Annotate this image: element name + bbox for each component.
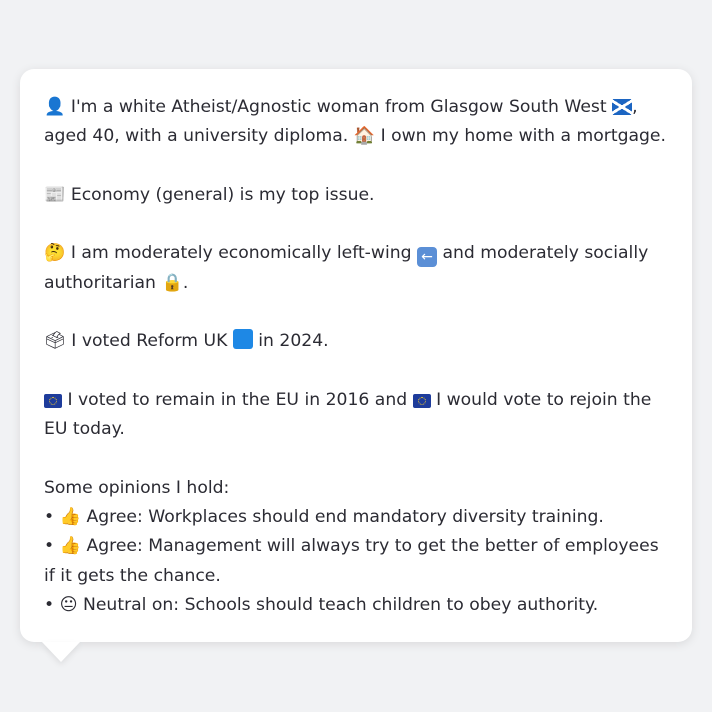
- opinion-text: Agree: Management will always try to get…: [44, 536, 659, 586]
- opinion-item: • 👍 Agree: Workplaces should end mandato…: [44, 503, 668, 532]
- person-silhouette-icon: 👤: [44, 97, 66, 117]
- profile-message-bubble: 👤 I'm a white Atheist/Agnostic woman fro…: [20, 69, 692, 642]
- vote-paragraph: 🗳 I voted Reform UK in 2024.: [44, 327, 668, 356]
- thumbs-up-icon: 👍: [59, 507, 82, 528]
- opinion-text: Agree: Workplaces should end mandatory d…: [86, 507, 604, 528]
- thinking-face-icon: 🤔: [44, 243, 66, 264]
- ideology-paragraph: 🤔 I am moderately economically left-wing…: [44, 239, 668, 298]
- scotland-flag-icon: [612, 99, 633, 115]
- ideology-end: .: [182, 272, 189, 293]
- vote-text-1: I voted Reform UK: [71, 331, 228, 352]
- ideology-text-1: I am moderately economically left-wing: [70, 243, 412, 264]
- eu-text-1: I voted to remain in the EU in 2016 and: [67, 389, 408, 410]
- neutral-face-icon: 😐: [59, 595, 78, 616]
- house-icon: 🏠: [353, 126, 376, 147]
- eu-paragraph: I voted to remain in the EU in 2016 and …: [44, 386, 668, 445]
- vote-text-2: in 2024.: [258, 331, 329, 352]
- opinion-item: • 👍 Agree: Management will always try to…: [44, 532, 668, 591]
- eu-flag-icon: [412, 393, 431, 408]
- bullet: •: [44, 507, 55, 528]
- opinions-heading: Some opinions I hold:: [44, 477, 230, 498]
- opinion-text: Neutral on: Schools should teach childre…: [83, 595, 599, 616]
- left-arrow-icon: ←: [417, 247, 437, 268]
- issue-text: Economy (general) is my top issue.: [70, 184, 375, 205]
- bubble-tail: [42, 642, 80, 662]
- blue-square-icon: [232, 329, 253, 350]
- bullet: •: [44, 536, 55, 557]
- eu-flag-icon: [44, 393, 62, 408]
- home-text: I own my home with a mortgage.: [380, 126, 666, 147]
- intro-text-1: I'm a white Atheist/Agnostic woman from …: [70, 97, 607, 117]
- intro-paragraph: 👤 I'm a white Atheist/Agnostic woman fro…: [44, 93, 668, 152]
- lock-icon: 🔒: [161, 272, 183, 293]
- newspaper-icon: 📰: [44, 184, 66, 205]
- opinion-item: • 😐 Neutral on: Schools should teach chi…: [44, 591, 668, 620]
- thumbs-up-icon: 👍: [59, 536, 82, 557]
- bullet: •: [44, 595, 55, 616]
- issue-paragraph: 📰 Economy (general) is my top issue.: [44, 181, 668, 210]
- ballot-box-icon: 🗳: [44, 331, 66, 352]
